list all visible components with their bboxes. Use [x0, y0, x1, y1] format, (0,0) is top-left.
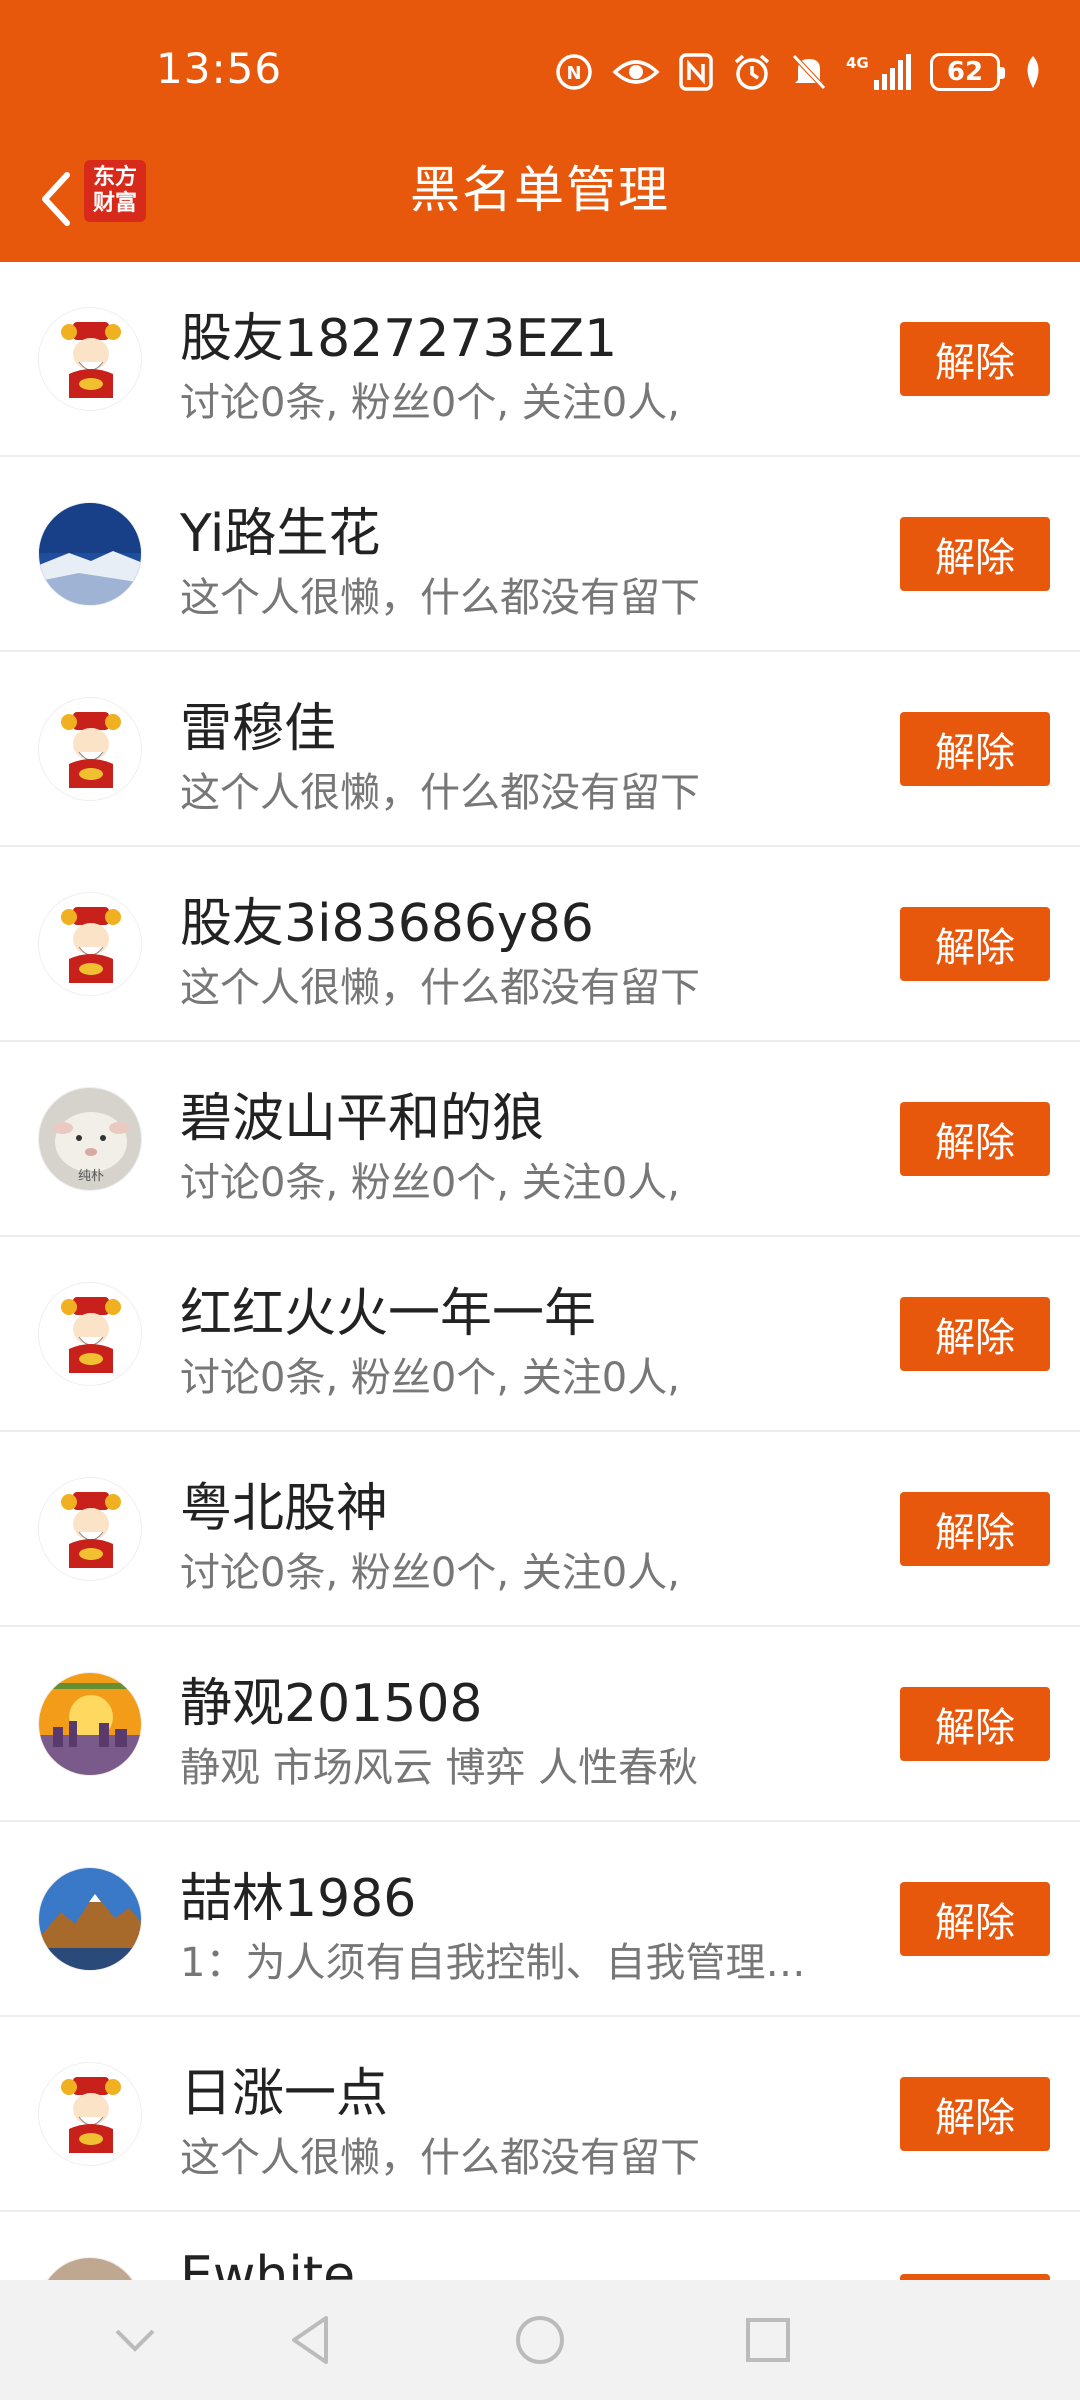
list-item[interactable]: Yi路生花这个人很懒，什么都没有留下 解除 [0, 457, 1080, 652]
logo-line1: 东方 [92, 165, 137, 190]
brand-logo: 东方 财富 [84, 160, 146, 222]
home-nav-button[interactable] [510, 2310, 570, 2370]
network-label: 4G [846, 54, 869, 72]
back-button[interactable] [20, 164, 90, 234]
chevron-down-icon [115, 2329, 155, 2352]
remove-button[interactable]: 解除 [900, 322, 1050, 396]
user-name[interactable]: 日涨一点 [180, 2051, 880, 2126]
user-name[interactable]: 股友3i83686y86 [180, 881, 880, 956]
remove-button[interactable]: 解除 [900, 1297, 1050, 1371]
page-title: 黑名单管理 [410, 161, 670, 219]
battery-icon: 62 [930, 53, 1005, 91]
remove-button[interactable]: 解除 [900, 1102, 1050, 1176]
leaf-icon [1022, 54, 1044, 90]
avatar[interactable] [38, 1477, 142, 1581]
signal-icon: 4G [846, 52, 912, 92]
remove-button[interactable]: 解除 [900, 2077, 1050, 2151]
list-item[interactable]: 纯朴 碧波山平和的狼讨论0条, 粉丝0个, 关注0人, 解除 [0, 1042, 1080, 1237]
remove-button[interactable]: 解除 [900, 712, 1050, 786]
back-triangle-icon [292, 2316, 328, 2364]
list-item[interactable]: 喆林1986 1：为人须有自我控制、自我管理… 解除 [0, 1822, 1080, 2017]
avatar[interactable] [38, 892, 142, 996]
mountain-peak-avatar-image [39, 1868, 141, 1970]
mute-icon [790, 52, 828, 92]
status-bar: 13:56 N 4G 62 [0, 0, 1080, 140]
god-of-wealth-avatar-image [39, 1283, 141, 1385]
user-name[interactable]: 粤北股神 [180, 1466, 880, 1541]
remove-button[interactable]: 解除 [900, 907, 1050, 981]
back-nav-button[interactable] [280, 2310, 340, 2370]
snow-mountain-avatar-image [39, 503, 141, 605]
recents-nav-button[interactable] [738, 2310, 798, 2370]
list-item[interactable]: Ewhite解除 [0, 2212, 1080, 2280]
avatar[interactable] [38, 502, 142, 606]
avatar[interactable] [38, 1867, 142, 1971]
list-item[interactable]: 粤北股神讨论0条, 粉丝0个, 关注0人, 解除 [0, 1432, 1080, 1627]
sheep-avatar-image: 纯朴 [39, 1088, 141, 1190]
avatar[interactable] [38, 1282, 142, 1386]
god-of-wealth-avatar-image [39, 2063, 141, 2165]
user-name[interactable]: 碧波山平和的狼 [180, 1076, 880, 1151]
avatar[interactable] [38, 697, 142, 801]
remove-button[interactable]: 解除 [900, 1882, 1050, 1956]
list-item[interactable]: 日涨一点这个人很懒，什么都没有留下 解除 [0, 2017, 1080, 2212]
remove-button[interactable]: 解除 [900, 517, 1050, 591]
user-description: 这个人很懒，什么都没有留下 [180, 575, 700, 621]
system-nav-bar [0, 2280, 1080, 2400]
list-item[interactable]: 静观201508 静观 市场风云 博弈 人性春秋 解除 [0, 1627, 1080, 1822]
user-description: 1：为人须有自我控制、自我管理… [180, 1940, 806, 1986]
avatar[interactable] [38, 2257, 142, 2280]
user-description: 讨论0条, 粉丝0个, 关注0人, [180, 380, 680, 426]
avatar[interactable]: 纯朴 [38, 1087, 142, 1191]
avatar[interactable] [38, 307, 142, 411]
list-item[interactable]: 红红火火一年一年讨论0条, 粉丝0个, 关注0人, 解除 [0, 1237, 1080, 1432]
user-description: 讨论0条, 粉丝0个, 关注0人, [180, 1550, 680, 1596]
god-of-wealth-avatar-image [39, 1478, 141, 1580]
hide-nav-button[interactable] [105, 2310, 165, 2370]
user-description: 静观 市场风云 博弈 人性春秋 [180, 1745, 699, 1791]
sunset-city-avatar-image [39, 1673, 141, 1775]
eye-icon [612, 54, 660, 90]
svg-text:N: N [566, 63, 581, 84]
alarm-icon [732, 52, 772, 92]
user-name[interactable]: 股友1827273EZ1 [180, 296, 880, 371]
person-photo-avatar-image [39, 2258, 141, 2280]
user-description: 讨论0条, 粉丝0个, 关注0人, [180, 1160, 680, 1206]
app-header: 13:56 N 4G 62 黑名单管理 东方 财富 [0, 0, 1080, 262]
sheep-avatar-text: 纯朴 [78, 1169, 104, 1184]
user-name[interactable]: 红红火火一年一年 [180, 1271, 880, 1346]
chevron-left-icon [42, 172, 70, 226]
recents-square-icon [746, 2318, 790, 2362]
user-name[interactable]: 喆林1986 [180, 1856, 880, 1931]
god-of-wealth-avatar-image [39, 893, 141, 995]
avatar[interactable] [38, 2062, 142, 2166]
logo-line2: 财富 [92, 191, 137, 216]
nav-bar: 黑名单管理 东方 财富 [0, 140, 1080, 262]
avatar[interactable] [38, 1672, 142, 1776]
user-name[interactable]: 雷穆佳 [180, 686, 880, 761]
list-item[interactable]: 雷穆佳这个人很懒，什么都没有留下 解除 [0, 652, 1080, 847]
god-of-wealth-avatar-image [39, 698, 141, 800]
list-item[interactable]: 股友3i83686y86 这个人很懒，什么都没有留下 解除 [0, 847, 1080, 1042]
user-name[interactable]: Yi路生花 [180, 491, 880, 566]
status-time: 13:56 [156, 44, 283, 93]
user-description: 讨论0条, 粉丝0个, 关注0人, [180, 1355, 680, 1401]
remove-button[interactable]: 解除 [900, 1687, 1050, 1761]
remove-button[interactable]: 解除 [900, 1492, 1050, 1566]
user-description: 这个人很懒，什么都没有留下 [180, 770, 700, 816]
user-name[interactable]: 静观201508 [180, 1661, 880, 1736]
user-description: 这个人很懒，什么都没有留下 [180, 965, 700, 1011]
god-of-wealth-avatar-image [39, 308, 141, 410]
user-name[interactable]: Ewhite [180, 2246, 880, 2280]
nfc-icon [678, 52, 714, 92]
blacklist[interactable]: 股友1827273EZ1 讨论0条, 粉丝0个, 关注0人, 解除 Yi路生花 这个人很… [0, 262, 1080, 2280]
home-circle-icon [516, 2316, 564, 2364]
hd-voice-icon: N [554, 52, 594, 92]
status-icons: N 4G 62 [554, 48, 1044, 96]
user-description: 这个人很懒，什么都没有留下 [180, 2135, 700, 2181]
list-item[interactable]: 股友1827273EZ1 讨论0条, 粉丝0个, 关注0人, 解除 [0, 262, 1080, 457]
